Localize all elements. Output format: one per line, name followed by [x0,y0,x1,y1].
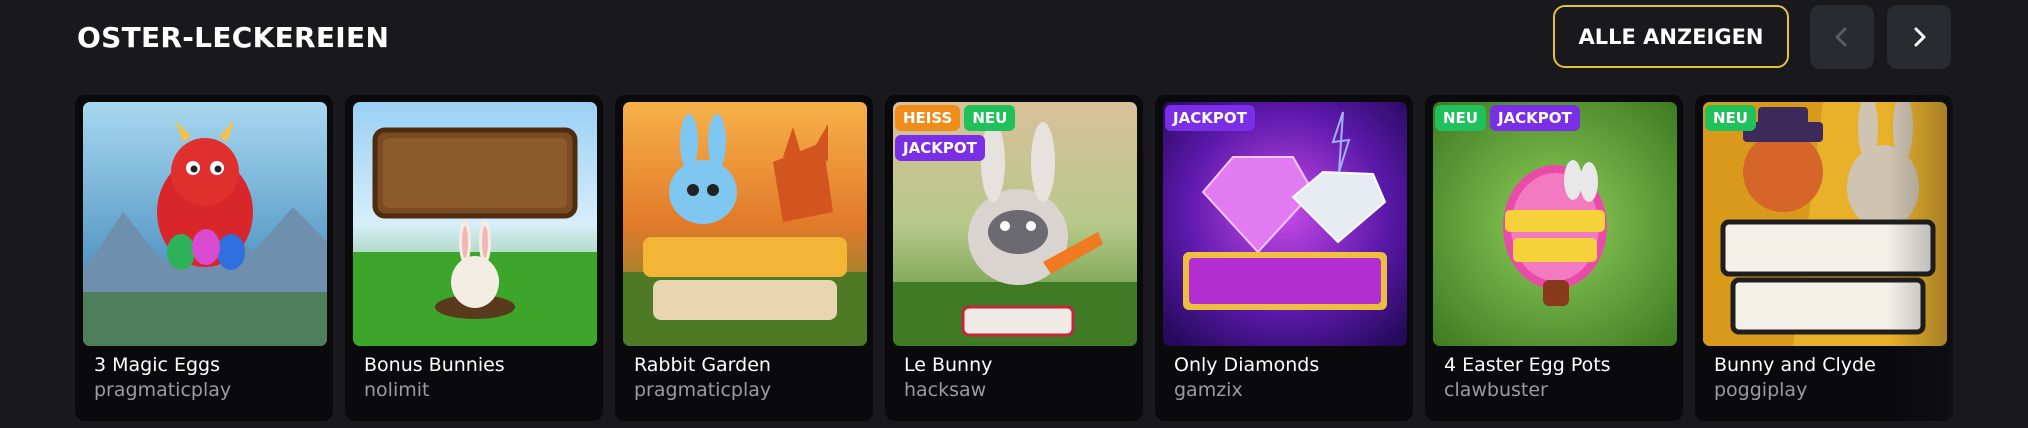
badge-group: NEU JACKPOT [1435,105,1635,131]
game-card-3-magic-eggs[interactable]: 3 Magic Eggs pragmaticplay [75,95,333,421]
badge-hot: HEISS [895,105,961,131]
game-card-le-bunny[interactable]: HEISS NEU JACKPOT Le Bunny hacksaw [885,95,1143,421]
badge-group: HEISS NEU JACKPOT [895,105,1095,161]
game-name: 4 Easter Egg Pots [1444,354,1611,376]
game-provider: poggiplay [1714,379,1808,401]
game-card-only-diamonds[interactable]: JACKPOT Only Diamonds gamzix [1155,95,1413,421]
game-name: Only Diamonds [1174,354,1320,376]
game-thumbnail[interactable] [1703,102,1947,346]
game-provider: hacksaw [904,379,987,401]
game-provider: clawbuster [1444,379,1548,401]
game-art [623,102,867,346]
game-thumbnail[interactable] [1163,102,1407,346]
game-card-4-easter-egg-pots[interactable]: NEU JACKPOT 4 Easter Egg Pots clawbuster [1425,95,1683,421]
section-title: OSTER-LECKEREIEN [77,21,390,54]
badge-new: NEU [1705,105,1756,131]
badge-jackpot: JACKPOT [895,135,985,161]
chevron-right-icon [1914,27,1926,47]
game-art [83,102,327,346]
game-card-rabbit-garden[interactable]: Rabbit Garden pragmaticplay [615,95,873,421]
carousel-prev-button[interactable] [1810,5,1874,69]
game-card-bonus-bunnies[interactable]: Bonus Bunnies nolimit [345,95,603,421]
game-name: 3 Magic Eggs [94,354,221,376]
chevron-left-icon [1835,27,1847,47]
carousel-next-button[interactable] [1887,5,1951,69]
game-art [1703,102,1947,346]
badge-jackpot: JACKPOT [1165,105,1255,131]
game-name: Bunny and Clyde [1714,354,1876,376]
game-card-bunny-and-clyde[interactable]: NEU Bunny and Clyde poggiplay [1695,95,1953,421]
game-thumbnail[interactable] [353,102,597,346]
game-provider: pragmaticplay [94,379,232,401]
game-name: Bonus Bunnies [364,354,505,376]
game-name: Le Bunny [904,354,993,376]
badge-jackpot: JACKPOT [1489,105,1580,131]
game-provider: nolimit [364,379,430,401]
game-art [1433,102,1677,346]
game-art [353,102,597,346]
view-all-button[interactable]: ALLE ANZEIGEN [1553,5,1789,68]
badge-group: NEU [1705,105,1905,131]
game-thumbnail[interactable] [83,102,327,346]
game-provider: gamzix [1174,379,1243,401]
game-provider: pragmaticplay [634,379,772,401]
game-thumbnail[interactable] [1433,102,1677,346]
badge-new: NEU [1435,105,1486,131]
badge-new: NEU [964,105,1016,131]
game-thumbnail[interactable] [623,102,867,346]
game-art [1163,102,1407,346]
game-name: Rabbit Garden [634,354,771,376]
badge-group: JACKPOT [1165,105,1365,131]
game-carousel: 3 Magic Eggs pragmaticplay Bonus Bunnies… [75,95,2028,423]
